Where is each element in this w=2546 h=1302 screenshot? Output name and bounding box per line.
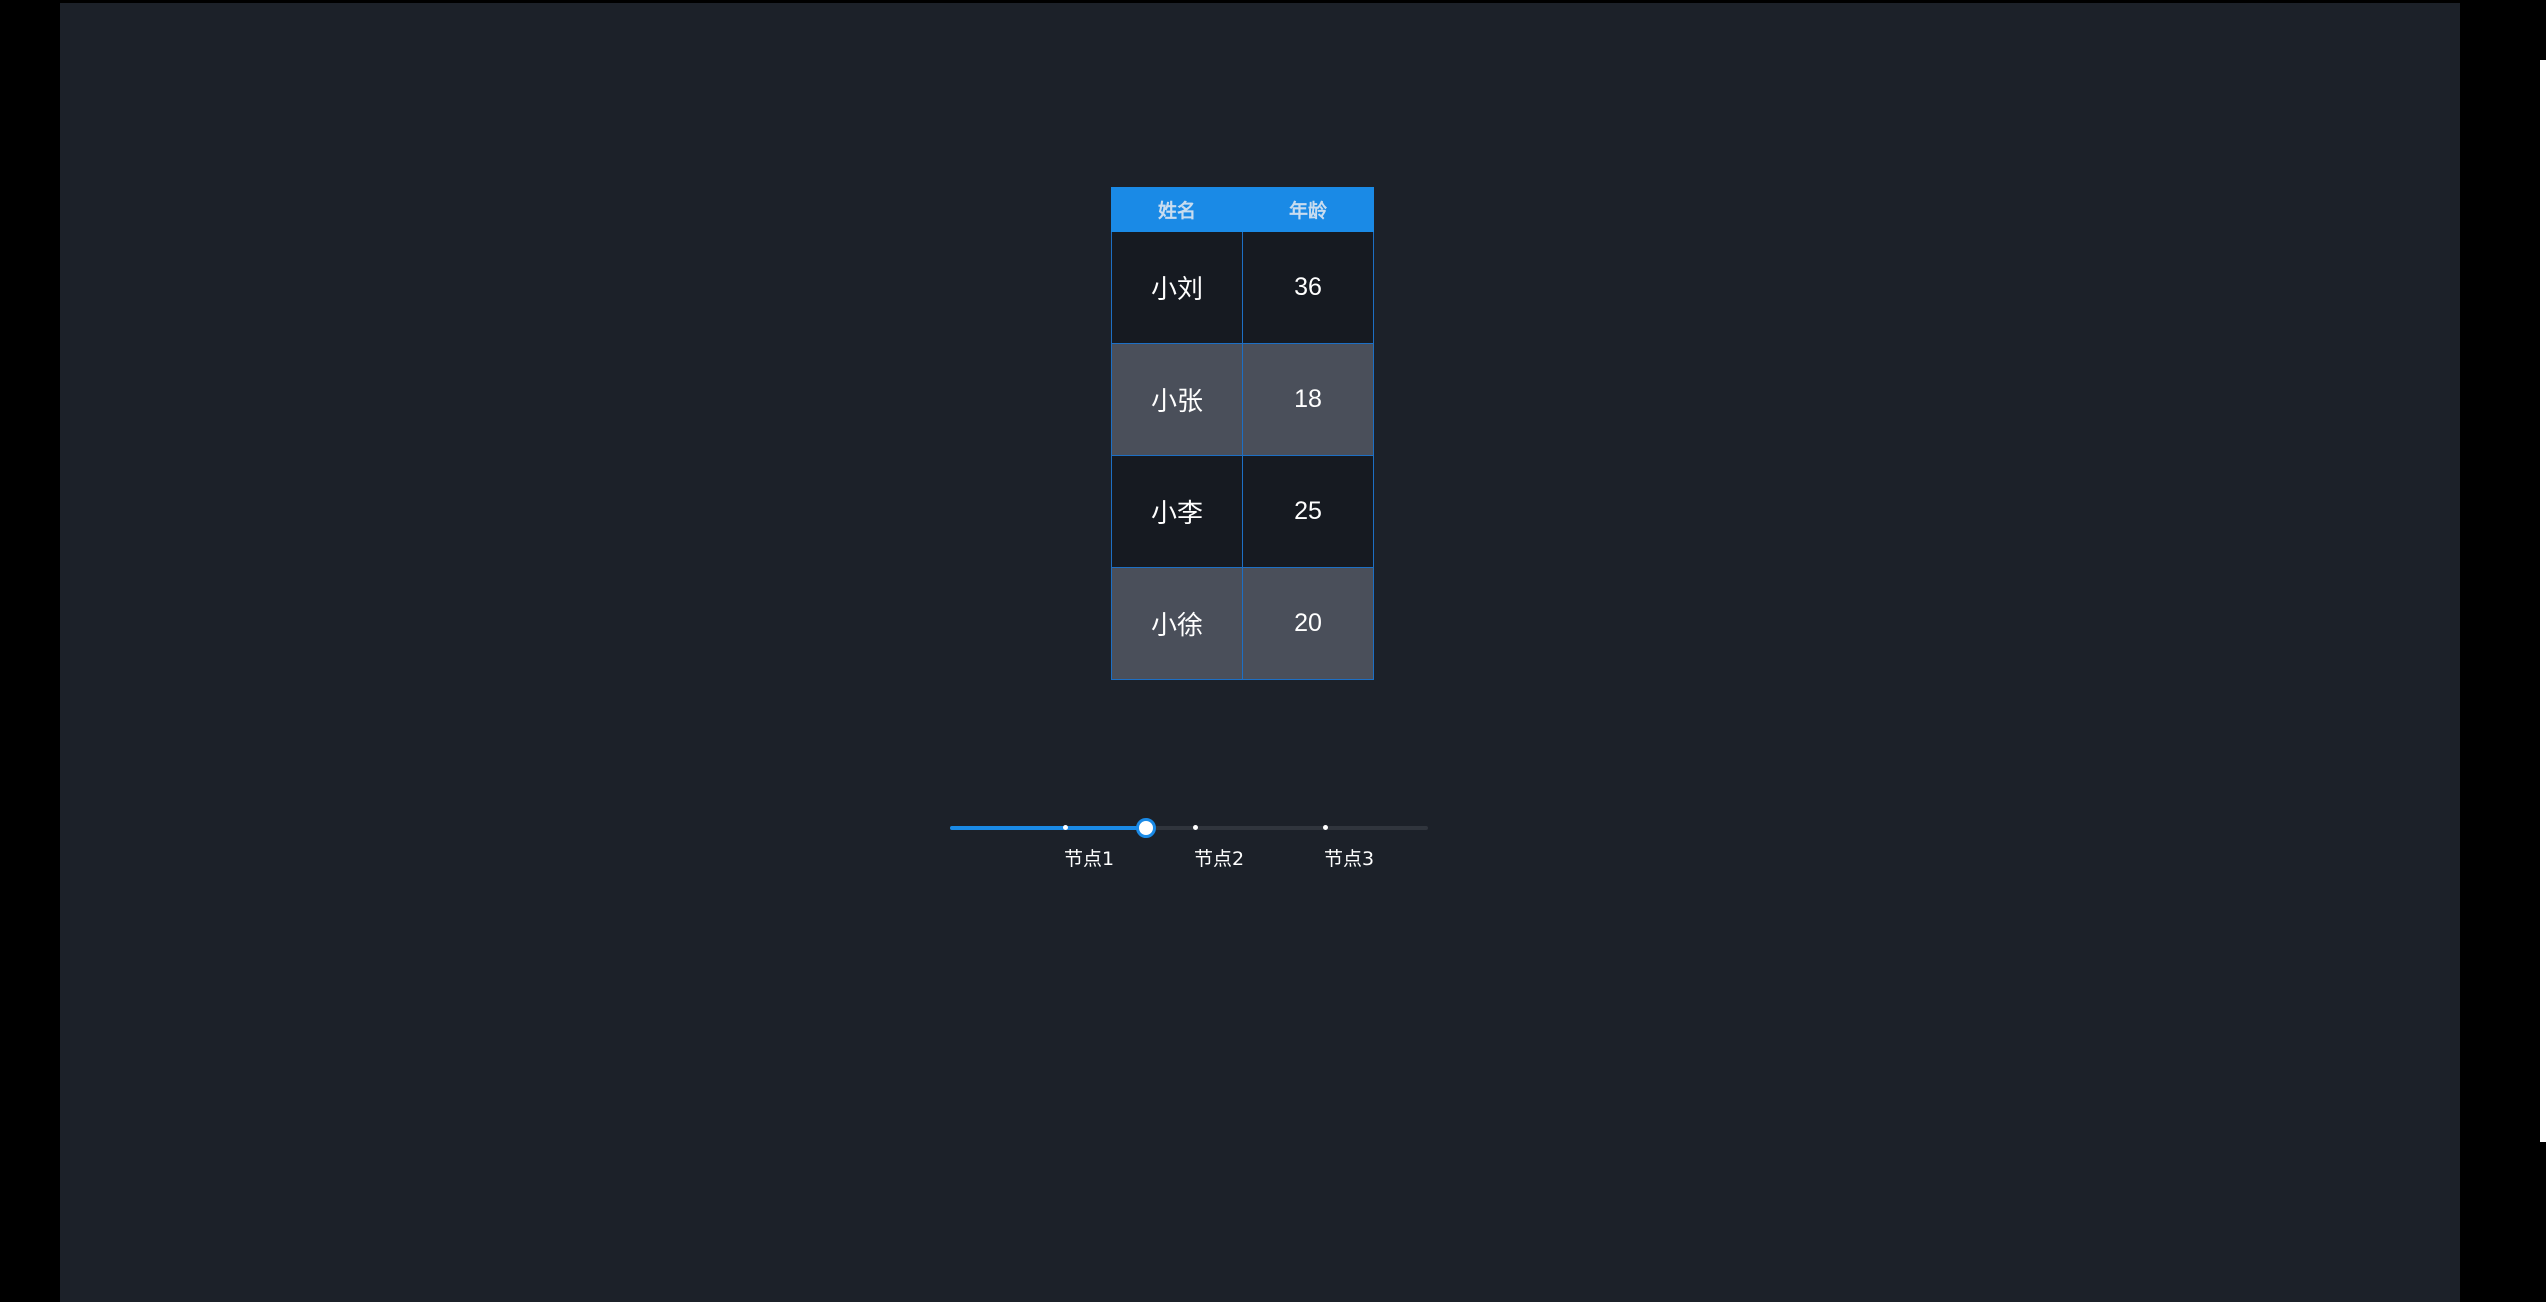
slider-step-dot-3[interactable] [1323, 825, 1328, 830]
slider-step-dot-1[interactable] [1063, 825, 1068, 830]
slider-mark-3[interactable]: 节点3 [1324, 844, 1374, 871]
node-slider[interactable]: 节点1 节点2 节点3 [950, 813, 1430, 873]
slider-mark-2[interactable]: 节点2 [1194, 844, 1244, 871]
table-row[interactable]: 小徐 20 [1111, 567, 1374, 680]
cell-name: 小刘 [1111, 231, 1243, 344]
cell-age: 25 [1242, 455, 1374, 568]
slider-track-filled [950, 826, 1146, 830]
slider-handle[interactable] [1136, 818, 1156, 838]
cell-age: 18 [1242, 343, 1374, 456]
app-canvas: 姓名 年龄 小刘 36 小张 18 小李 25 小徐 20 节点1 节点2 节点… [60, 3, 2460, 1302]
people-table: 姓名 年龄 小刘 36 小张 18 小李 25 小徐 20 [1111, 187, 1374, 680]
window-edge [2540, 60, 2546, 1142]
column-header-name[interactable]: 姓名 [1111, 187, 1243, 232]
cell-age: 36 [1242, 231, 1374, 344]
cell-name: 小张 [1111, 343, 1243, 456]
table-header-row: 姓名 年龄 [1111, 187, 1374, 232]
cell-name: 小李 [1111, 455, 1243, 568]
cell-name: 小徐 [1111, 567, 1243, 680]
cell-age: 20 [1242, 567, 1374, 680]
column-header-age[interactable]: 年龄 [1242, 187, 1374, 232]
slider-mark-1[interactable]: 节点1 [1064, 844, 1114, 871]
slider-step-dot-2[interactable] [1193, 825, 1198, 830]
table-row[interactable]: 小李 25 [1111, 455, 1374, 568]
table-row[interactable]: 小张 18 [1111, 343, 1374, 456]
table-row[interactable]: 小刘 36 [1111, 231, 1374, 344]
